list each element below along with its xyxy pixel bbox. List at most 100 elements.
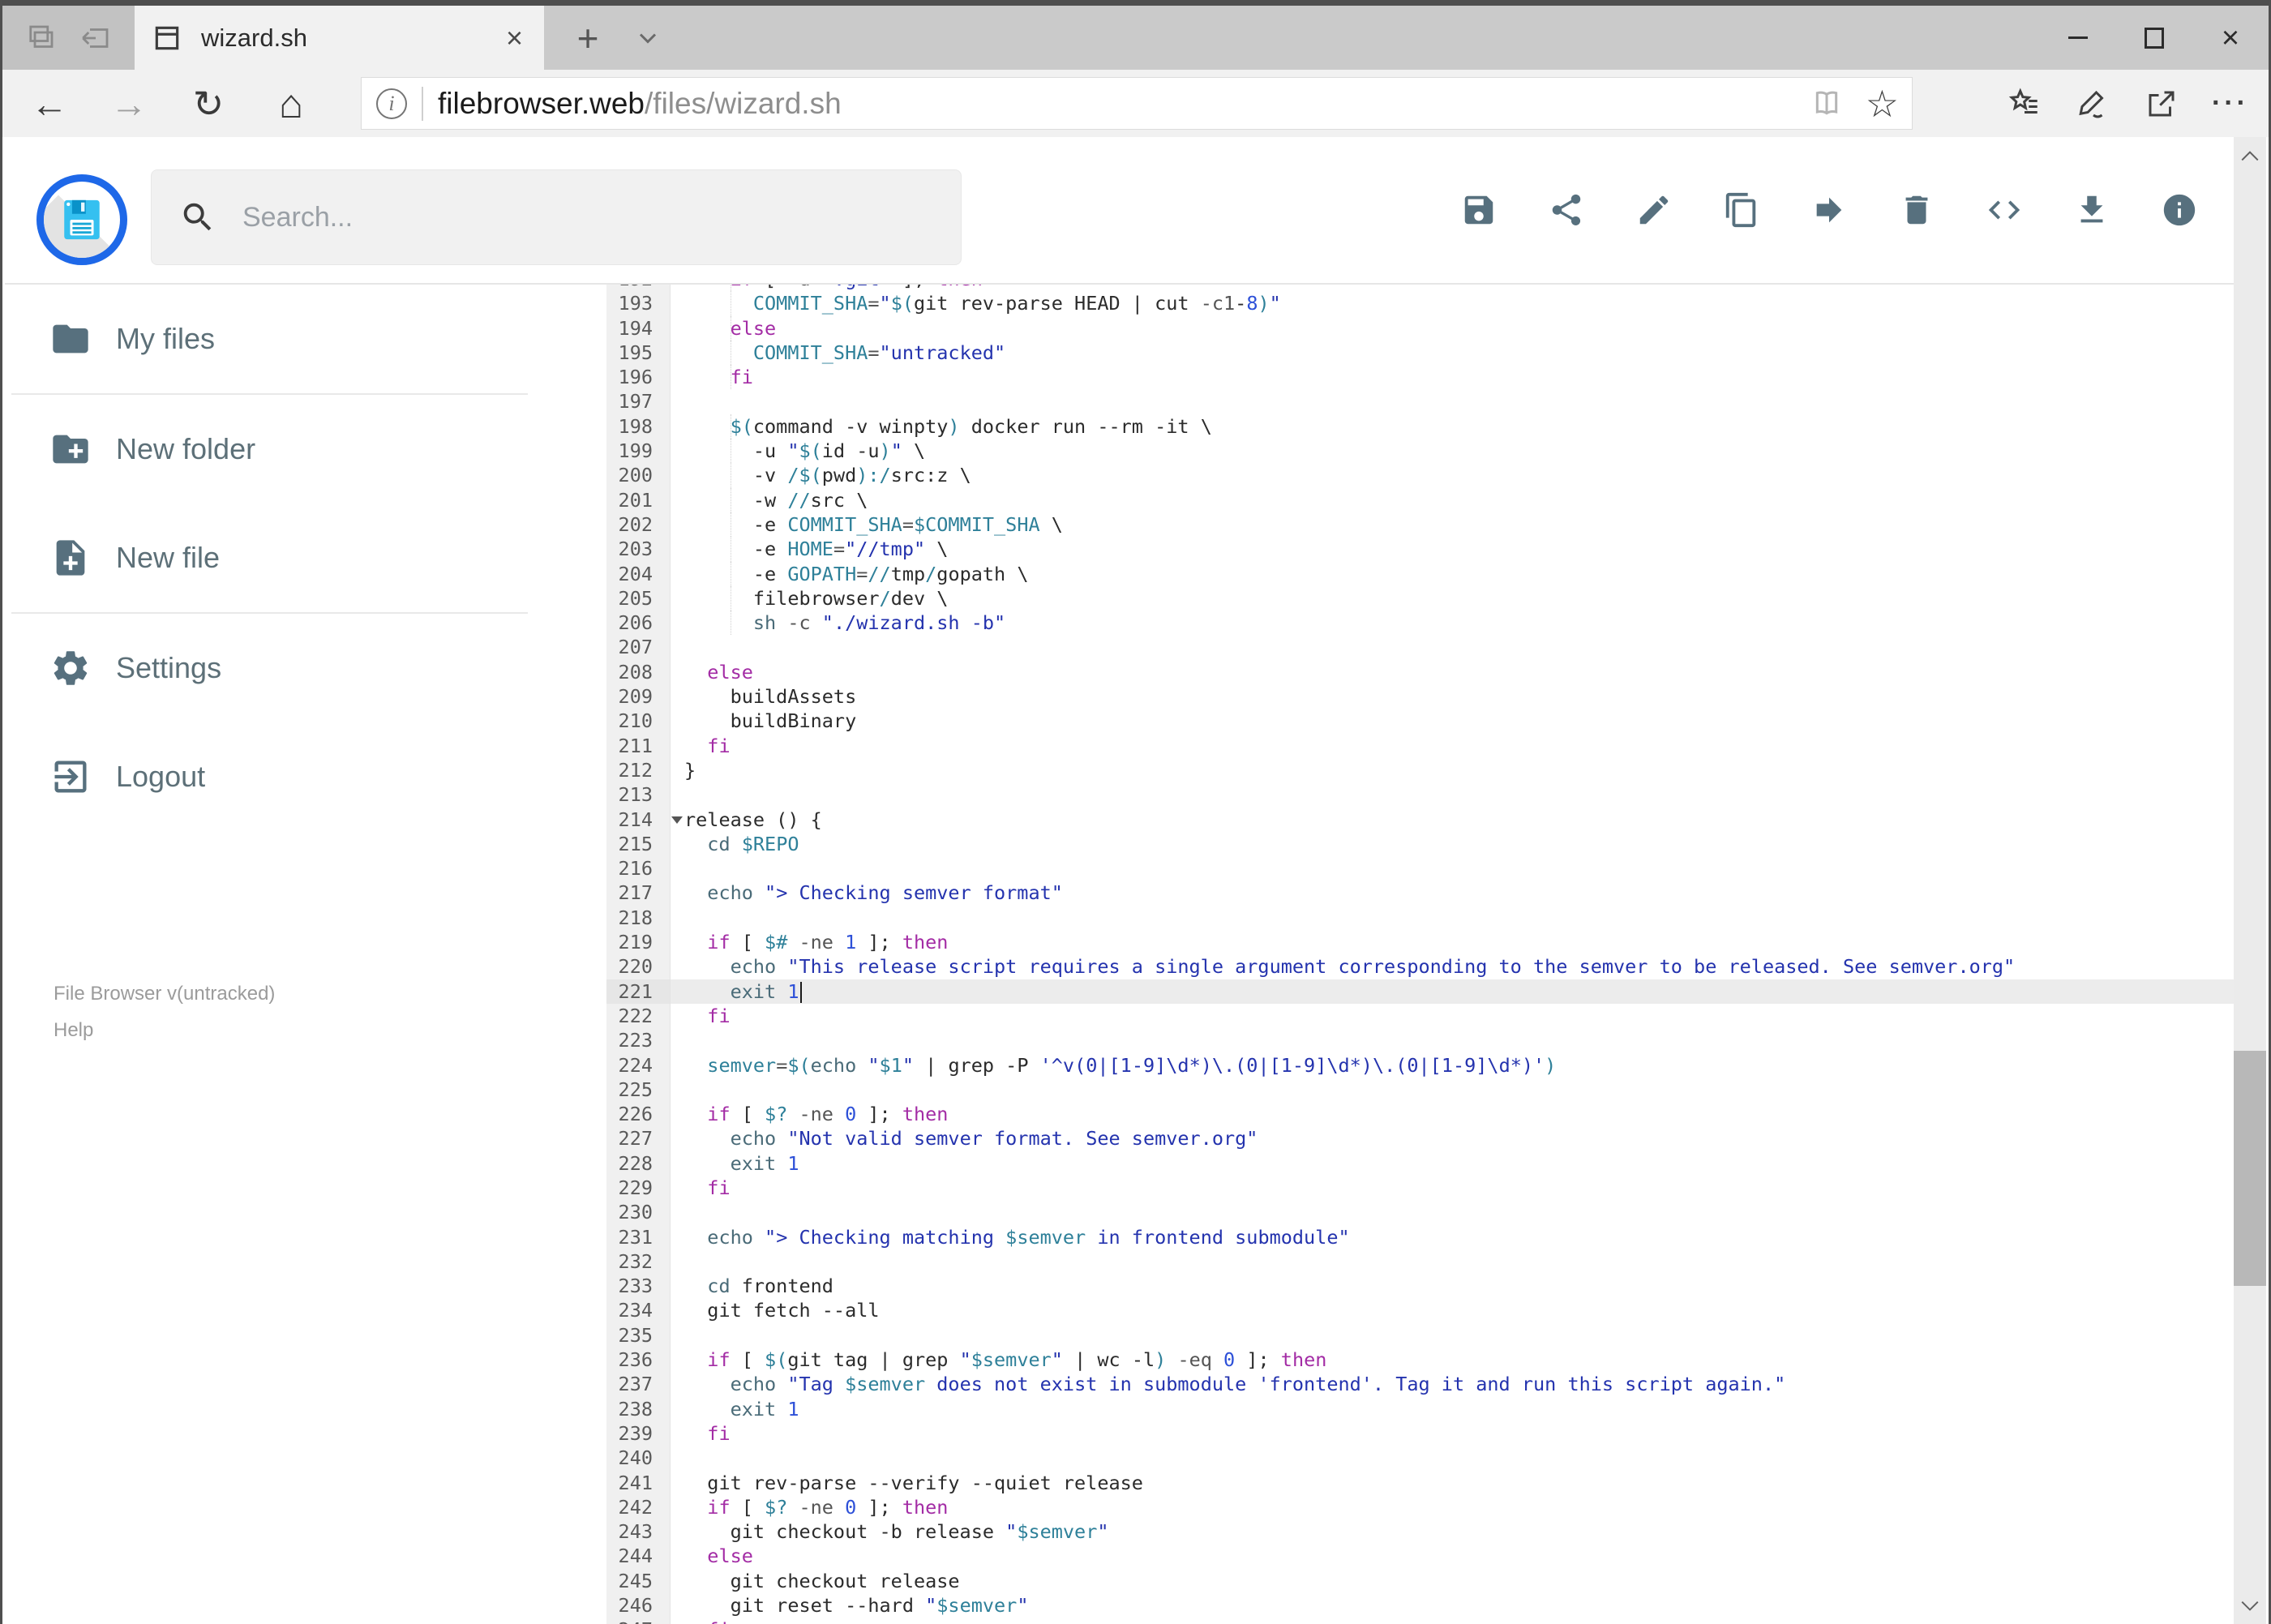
code-line-236[interactable]: 236 if [ $(git tag | grep "$semver" | wc… xyxy=(606,1348,2234,1373)
code-line-219[interactable]: 219 if [ $# -ne 1 ]; then xyxy=(606,930,2234,955)
hub-icon[interactable] xyxy=(2006,87,2043,121)
code-line-214[interactable]: 214 release () { xyxy=(606,807,2234,832)
code-line-220[interactable]: 220 echo "This release script requires a… xyxy=(606,954,2234,979)
code-line-193[interactable]: 193 COMMIT_SHA="$(git rev-parse HEAD | c… xyxy=(606,291,2234,316)
code-line-227[interactable]: 227 echo "Not valid semver format. See s… xyxy=(606,1126,2234,1151)
sidebar-item-new-folder[interactable]: New folder xyxy=(5,395,606,503)
code-line-242[interactable]: 242 if [ $? -ne 0 ]; then xyxy=(606,1494,2234,1520)
annotate-pen-icon[interactable] xyxy=(2076,87,2111,121)
code-editor[interactable]: 192 if [ -d ".git" ]; then193 COMMIT_SHA… xyxy=(606,285,2234,1624)
code-line-238[interactable]: 238 exit 1 xyxy=(606,1396,2234,1421)
code-line-235[interactable]: 235 xyxy=(606,1322,2234,1348)
code-line-237[interactable]: 237 echo "Tag $semver does not exist in … xyxy=(606,1372,2234,1397)
code-line-203[interactable]: 203 -e HOME="//tmp" \ xyxy=(606,537,2234,562)
page-scrollbar[interactable] xyxy=(2234,137,2266,1624)
code-line-225[interactable]: 225 xyxy=(606,1077,2234,1103)
code-line-196[interactable]: 196 fi xyxy=(606,365,2234,390)
code-line-239[interactable]: 239 fi xyxy=(606,1420,2234,1446)
sidebar-item-my-files[interactable]: My files xyxy=(5,285,606,393)
code-line-207[interactable]: 207 xyxy=(606,635,2234,660)
code-line-202[interactable]: 202 -e COMMIT_SHA=$COMMIT_SHA \ xyxy=(606,512,2234,538)
raw-code-button[interactable] xyxy=(1986,191,2023,229)
filebrowser-logo[interactable] xyxy=(36,174,127,265)
tab-preview-icon[interactable] xyxy=(24,21,58,55)
code-line-245[interactable]: 245 git checkout release xyxy=(606,1568,2234,1594)
sidebar-item-settings[interactable]: Settings xyxy=(5,614,606,722)
delete-button[interactable] xyxy=(1898,191,1935,229)
copy-button[interactable] xyxy=(1723,191,1760,229)
code-line-228[interactable]: 228 exit 1 xyxy=(606,1151,2234,1176)
close-window-button[interactable]: × xyxy=(2192,6,2269,70)
code-line-209[interactable]: 209 buildAssets xyxy=(606,684,2234,709)
code-line-224[interactable]: 224 semver=$(echo "$1" | grep -P '^v(0|[… xyxy=(606,1052,2234,1078)
address-bar[interactable]: i filebrowser.web/files/wizard.sh ☆ xyxy=(361,77,1913,130)
code-line-198[interactable]: 198 $(command -v winpty) docker run --rm… xyxy=(606,413,2234,439)
new-tab-icon[interactable]: + xyxy=(562,6,614,70)
code-line-246[interactable]: 246 git reset --hard "$semver" xyxy=(606,1593,2234,1618)
scrollbar-thumb[interactable] xyxy=(2234,1051,2266,1286)
search-box[interactable] xyxy=(151,169,962,265)
maximize-button[interactable] xyxy=(2116,6,2192,70)
code-line-210[interactable]: 210 buildBinary xyxy=(606,709,2234,734)
help-link[interactable]: Help xyxy=(54,1012,275,1048)
code-line-192[interactable]: 192 if [ -d ".git" ]; then xyxy=(606,285,2234,292)
search-input[interactable] xyxy=(241,200,933,234)
close-tab-icon[interactable]: × xyxy=(501,23,528,53)
code-line-230[interactable]: 230 xyxy=(606,1200,2234,1225)
code-line-201[interactable]: 201 -w //src \ xyxy=(606,487,2234,512)
code-line-222[interactable]: 222 fi xyxy=(606,1003,2234,1029)
code-line-197[interactable]: 197 xyxy=(606,389,2234,414)
sidebar-item-new-file[interactable]: New file xyxy=(5,503,606,612)
code-line-211[interactable]: 211 fi xyxy=(606,733,2234,758)
browser-tab[interactable]: wizard.sh × xyxy=(135,6,544,70)
code-line-199[interactable]: 199 -u "$(id -u)" \ xyxy=(606,439,2234,464)
back-icon[interactable]: ← xyxy=(20,70,79,137)
code-line-217[interactable]: 217 echo "> Checking semver format" xyxy=(606,881,2234,906)
code-line-223[interactable]: 223 xyxy=(606,1028,2234,1053)
code-line-213[interactable]: 213 xyxy=(606,782,2234,808)
more-icon[interactable]: ··· xyxy=(2212,88,2249,119)
code-line-205[interactable]: 205 filebrowser/dev \ xyxy=(606,585,2234,611)
rename-button[interactable] xyxy=(1635,191,1673,229)
refresh-icon[interactable]: ↻ xyxy=(179,70,238,137)
code-line-226[interactable]: 226 if [ $? -ne 0 ]; then xyxy=(606,1102,2234,1127)
url-text[interactable]: filebrowser.web/files/wizard.sh xyxy=(438,87,842,121)
code-line-232[interactable]: 232 xyxy=(606,1249,2234,1275)
scroll-down-icon[interactable] xyxy=(2234,1587,2266,1624)
save-button[interactable] xyxy=(1460,191,1498,229)
favorite-star-icon[interactable]: ☆ xyxy=(1866,82,1899,126)
share-button[interactable] xyxy=(1548,191,1585,229)
code-line-221[interactable]: 221 exit 1 xyxy=(606,979,2234,1004)
download-button[interactable] xyxy=(2073,191,2110,229)
set-tabs-aside-icon[interactable] xyxy=(78,21,114,55)
code-line-204[interactable]: 204 -e GOPATH=//tmp/gopath \ xyxy=(606,561,2234,586)
code-line-194[interactable]: 194 else xyxy=(606,315,2234,341)
code-line-233[interactable]: 233 cd frontend xyxy=(606,1274,2234,1299)
info-icon[interactable]: i xyxy=(376,88,407,119)
code-line-243[interactable]: 243 git checkout -b release "$semver" xyxy=(606,1519,2234,1545)
code-line-200[interactable]: 200 -v /$(pwd):/src:z \ xyxy=(606,463,2234,488)
home-icon[interactable]: ⌂ xyxy=(262,70,320,137)
minimize-button[interactable] xyxy=(2040,6,2116,70)
tab-dropdown-icon[interactable] xyxy=(622,6,674,70)
code-line-241[interactable]: 241 git rev-parse --verify --quiet relea… xyxy=(606,1470,2234,1495)
code-line-234[interactable]: 234 git fetch --all xyxy=(606,1298,2234,1323)
info-button[interactable] xyxy=(2161,191,2198,229)
scroll-up-icon[interactable] xyxy=(2234,137,2266,174)
code-line-195[interactable]: 195 COMMIT_SHA="untracked" xyxy=(606,340,2234,366)
code-line-206[interactable]: 206 sh -c "./wizard.sh -b" xyxy=(606,611,2234,636)
fold-arrow-icon[interactable] xyxy=(671,816,683,824)
code-line-244[interactable]: 244 else xyxy=(606,1544,2234,1569)
move-button[interactable] xyxy=(1810,191,1848,229)
code-line-215[interactable]: 215 cd $REPO xyxy=(606,831,2234,857)
share-icon[interactable] xyxy=(2144,87,2179,121)
code-line-208[interactable]: 208 else xyxy=(606,659,2234,685)
code-line-212[interactable]: 212} xyxy=(606,757,2234,783)
code-line-218[interactable]: 218 xyxy=(606,905,2234,931)
code-line-231[interactable]: 231 echo "> Checking matching $semver in… xyxy=(606,1224,2234,1249)
code-line-229[interactable]: 229 fi xyxy=(606,1175,2234,1201)
code-line-247[interactable]: 247 fi xyxy=(606,1618,2234,1624)
sidebar-item-logout[interactable]: Logout xyxy=(5,722,606,831)
code-line-240[interactable]: 240 xyxy=(606,1446,2234,1471)
code-line-216[interactable]: 216 xyxy=(606,856,2234,881)
